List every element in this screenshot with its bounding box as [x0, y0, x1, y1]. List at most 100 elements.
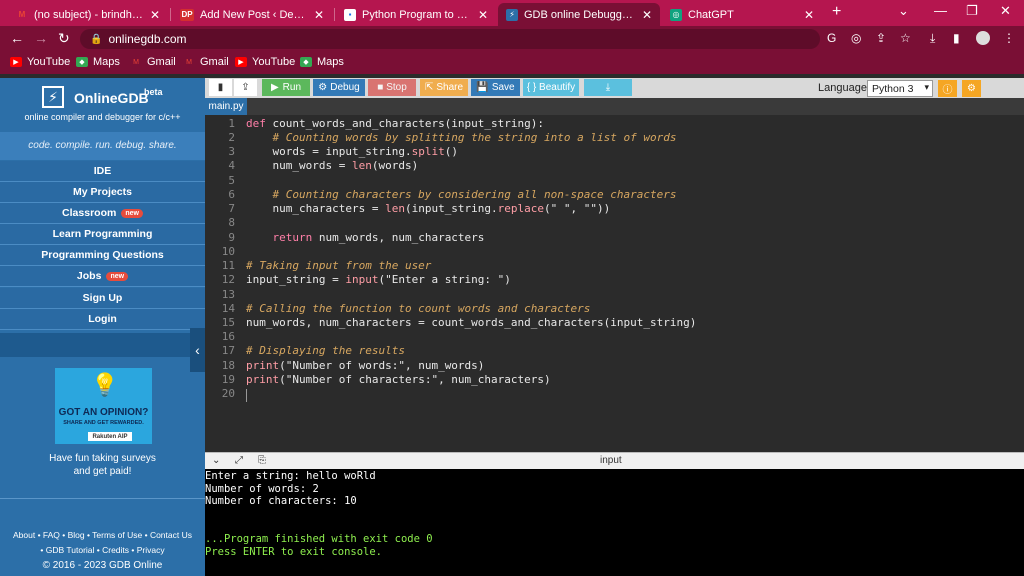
save-button[interactable]: 💾 Save	[471, 79, 520, 96]
bookmark-maps[interactable]: ◆ Maps	[300, 56, 344, 68]
sidebar-item-learn-programming[interactable]: Learn Programming	[0, 224, 205, 245]
footer-links[interactable]: About • FAQ • Blog • Terms of Use • Cont…	[0, 530, 205, 540]
sidebar-item-login[interactable]: Login	[0, 309, 205, 330]
settings-gear-icon[interactable]: ⚙	[962, 80, 981, 97]
menu-label: My Projects	[73, 186, 132, 198]
eye-off-icon[interactable]: ◎	[851, 31, 861, 45]
address-bar[interactable]: 🔒 onlinegdb.com	[80, 29, 820, 49]
reload-icon[interactable]: ↻	[58, 30, 70, 47]
code-line: num_words, num_characters = count_words_…	[246, 316, 697, 329]
menu-label: Login	[88, 313, 117, 325]
restore-icon[interactable]: ❐	[966, 3, 978, 19]
side-panel-icon[interactable]: ▮	[953, 31, 960, 45]
browser-tab-gmail[interactable]: M (no subject) - brindhaprathal ✕	[8, 3, 168, 26]
onlinegdb-logo-icon[interactable]: ⚡	[42, 86, 64, 108]
debug-button[interactable]: ⚙ Debug	[313, 79, 365, 96]
bookmark-label: Gmail	[147, 56, 176, 68]
bookmark-label: Maps	[317, 56, 344, 68]
back-icon[interactable]: ←	[10, 30, 24, 46]
line-number: 12	[221, 273, 235, 286]
minimize-icon[interactable]: —	[934, 3, 947, 18]
tab-title: Add New Post ‹ Developer Pu	[200, 8, 308, 21]
ad-caption[interactable]: Have fun taking surveys and get paid!	[0, 452, 205, 478]
footer-links[interactable]: • GDB Tutorial • Credits • Privacy	[0, 545, 205, 555]
copy-icon[interactable]: ⎘	[258, 455, 266, 466]
tab-main-py[interactable]: main.py	[205, 98, 247, 115]
download-button[interactable]: ⤓	[584, 79, 632, 96]
avatar[interactable]	[976, 31, 990, 45]
upload-icon[interactable]: ⇪	[234, 79, 257, 96]
menu-label: Sign Up	[82, 292, 123, 304]
bookmark-label: YouTube	[252, 56, 296, 68]
close-tab-icon[interactable]: ✕	[478, 8, 488, 22]
sidebar-item-classroom[interactable]: Classroom new	[0, 203, 205, 224]
ad-headline: GOT AN OPINION?	[58, 407, 149, 418]
google-icon[interactable]: G	[827, 31, 836, 45]
lightbulb-icon: 💡	[91, 372, 119, 397]
browser-tab-gdb[interactable]: ⚡ GDB online Debugger | Comp ✕	[498, 3, 660, 26]
close-tab-icon[interactable]: ✕	[804, 8, 814, 22]
gmail-icon: M	[18, 10, 26, 19]
sidebar-item-sign-up[interactable]: Sign Up	[0, 288, 205, 309]
close-tab-icon[interactable]: ✕	[150, 8, 160, 22]
code-line: # Counting characters by considering all…	[246, 188, 677, 201]
console-line: Number of words: 2	[205, 483, 319, 495]
line-number: 13	[221, 288, 235, 301]
tab-title: ChatGPT	[688, 8, 734, 21]
bookmark-maps[interactable]: ◆ Maps	[76, 56, 120, 68]
close-tab-icon[interactable]: ✕	[642, 8, 652, 22]
footer-copyright: © 2016 - 2023 GDB Online	[42, 560, 163, 571]
close-tab-icon[interactable]: ✕	[314, 8, 324, 22]
bookmark-gmail[interactable]: M Gmail	[183, 56, 229, 68]
line-number: 8	[228, 216, 235, 229]
sidebar-item-jobs[interactable]: Jobs new	[0, 266, 205, 287]
debug-label: Debug	[330, 82, 360, 93]
line-number: 11	[221, 259, 235, 272]
beautify-button[interactable]: { } Beautify	[523, 79, 579, 96]
sidebar-item-ide[interactable]: IDE	[0, 161, 205, 182]
expand-icon[interactable]: ⤢	[235, 455, 243, 466]
language-select[interactable]: Python 3 ▾	[867, 80, 933, 97]
language-label: Language	[818, 82, 867, 94]
youtube-icon: ▶	[235, 57, 247, 67]
bookmark-star-icon[interactable]: ☆	[900, 31, 911, 45]
menu-label: Programming Questions	[41, 249, 164, 261]
console-output[interactable]	[205, 469, 1024, 576]
browser-tab-developer-publish[interactable]: DP Add New Post ‹ Developer Pu ✕	[172, 3, 332, 26]
code-line: def count_words_and_characters(input_str…	[246, 117, 545, 130]
footer-divider	[0, 498, 205, 499]
download-icon[interactable]: ⤓	[930, 31, 935, 46]
bookmark-gmail[interactable]: M Gmail	[130, 56, 176, 68]
sidebar-item-programming-questions[interactable]: Programming Questions	[0, 245, 205, 266]
tab-title: Python Program to Count the	[362, 8, 472, 21]
share-button[interactable]: ⇱ Share	[420, 79, 468, 96]
bookmark-youtube[interactable]: ▶ YouTube	[10, 56, 70, 68]
close-window-icon[interactable]: ✕	[1000, 3, 1011, 19]
gmail-icon: M	[186, 58, 192, 66]
brand-name[interactable]: OnlineGDB	[74, 90, 149, 106]
line-number: 14	[221, 302, 235, 315]
download-icon: ⤓	[605, 82, 611, 93]
collapse-chevron-icon[interactable]: ⌄	[212, 455, 220, 466]
browser-tab-python-program[interactable]: ▪ Python Program to Count the ✕	[336, 3, 496, 26]
menu-kebab-icon[interactable]: ⋮	[1003, 31, 1015, 45]
collapse-sidebar-icon[interactable]: ‹	[190, 328, 205, 372]
code-line: return num_words, num_characters	[246, 231, 485, 244]
info-icon[interactable]: ⓘ	[938, 80, 957, 97]
stop-button[interactable]: ■ Stop	[368, 79, 416, 96]
run-button[interactable]: ▶ Run	[262, 79, 310, 96]
menu-label: Classroom	[62, 207, 117, 219]
share-icon[interactable]: ⇪	[876, 31, 886, 45]
sidebar-item-my-projects[interactable]: My Projects	[0, 182, 205, 203]
new-file-icon[interactable]: ▮	[209, 79, 232, 96]
line-number: 17	[221, 344, 235, 357]
chevron-down-icon: ▾	[924, 82, 929, 92]
bookmark-youtube[interactable]: ▶ YouTube	[235, 56, 295, 68]
bookmark-label: Maps	[93, 56, 120, 68]
forward-icon[interactable]: →	[34, 30, 48, 46]
browser-tab-chatgpt[interactable]: ◎ ChatGPT ✕	[662, 3, 822, 26]
code-line: print("Number of characters:", num_chara…	[246, 373, 551, 386]
tab-search-icon[interactable]: ⌄	[898, 3, 909, 19]
new-tab-icon[interactable]: +	[832, 3, 841, 21]
page-icon: ▪	[344, 8, 356, 21]
